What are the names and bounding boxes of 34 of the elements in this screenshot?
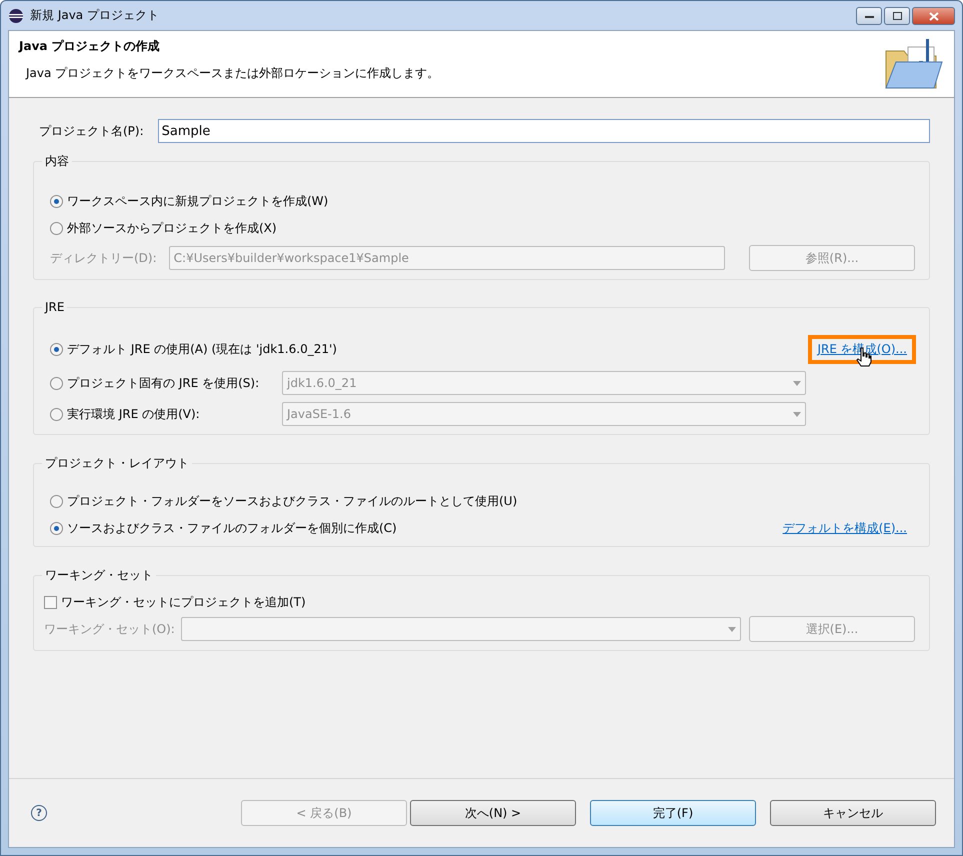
radio-button[interactable]: ソースおよびクラス・ファイルのフォルダーを個別に作成(C) xyxy=(50,518,397,538)
maximize-button[interactable] xyxy=(884,7,910,25)
dropdown-caret-icon xyxy=(728,626,736,632)
project-name-label: プロジェクト名(P): xyxy=(39,122,144,140)
page-title: Java プロジェクトの作成 xyxy=(19,38,161,55)
eclipse-icon xyxy=(8,8,24,24)
close-button[interactable] xyxy=(912,7,955,25)
radio-button[interactable]: 実行環境 JRE の使用(V): xyxy=(50,404,274,424)
radio-button[interactable]: プロジェクト固有の JRE を使用(S): xyxy=(50,373,274,393)
working-set-label: ワーキング・セット(O): xyxy=(44,620,175,638)
close-icon xyxy=(928,12,938,20)
wizard-button[interactable]: 次へ(N) > xyxy=(410,800,576,826)
checkbox[interactable]: ワーキング・セットにプロジェクトを追加(T) xyxy=(44,592,915,612)
group-title: 内容 xyxy=(44,153,70,170)
wizard-button[interactable]: キャンセル xyxy=(770,800,936,826)
dropdown-caret-icon xyxy=(793,412,801,416)
radio-button[interactable]: プロジェクト・フォルダーをソースおよびクラス・ファイルのルートとして使用(U) xyxy=(50,491,518,511)
minimize-button[interactable] xyxy=(856,7,882,25)
minimize-icon xyxy=(864,14,874,18)
dropdown-caret-icon xyxy=(793,380,801,386)
project-name-field[interactable]: Sample xyxy=(158,119,930,143)
help-icon[interactable]: ? xyxy=(31,805,47,821)
group-title: ワーキング・セット xyxy=(44,567,154,584)
wizard-button[interactable]: 完了(F) xyxy=(590,800,756,826)
configure-default-link[interactable]: デフォルトを構成(E)... xyxy=(782,520,907,534)
group-title: プロジェクト・レイアウト xyxy=(44,455,190,472)
page-description: Java プロジェクトをワークスペースまたは外部ロケーションに作成します。 xyxy=(24,65,440,82)
window-title: 新規 Java プロジェクト xyxy=(30,7,159,24)
directory-label: ディレクトリー(D): xyxy=(50,250,157,266)
radio-button[interactable]: ワークスペース内に新規プロジェクトを作成(W) xyxy=(50,191,915,211)
group-title: JRE xyxy=(43,300,66,314)
radio-button[interactable]: デフォルト JRE の使用(A) (現在は 'jdk1.6.0_21') xyxy=(50,340,337,360)
radio-button[interactable]: 外部ソースからプロジェクトを作成(X) xyxy=(50,218,915,238)
maximize-icon xyxy=(892,12,902,20)
